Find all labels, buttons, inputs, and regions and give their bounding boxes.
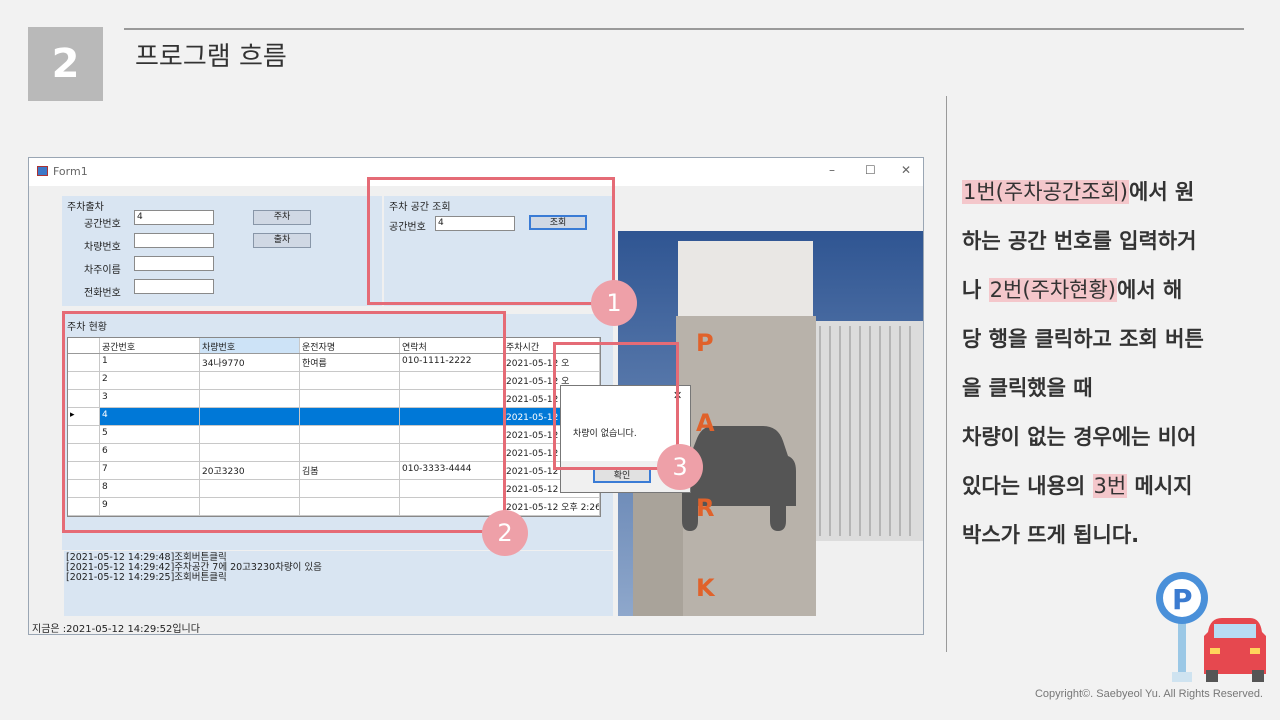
desc-text: 을 클릭했을 때 bbox=[962, 376, 1093, 400]
car-label: 차량번호 bbox=[84, 242, 121, 253]
phone-label: 전화번호 bbox=[84, 288, 121, 299]
highlight-2: 2번(주차현황) bbox=[988, 278, 1117, 302]
callout-box-2 bbox=[62, 311, 506, 533]
owner-input[interactable] bbox=[134, 256, 214, 271]
highlight-3: 3번 bbox=[1092, 474, 1128, 498]
callout-number: 2 bbox=[482, 510, 528, 556]
callout-box-1 bbox=[367, 177, 615, 305]
ok-button[interactable]: 확인 bbox=[593, 468, 651, 483]
desc-text: 하는 공간 번호를 입력하거 bbox=[962, 229, 1197, 253]
parking-car-icon: P bbox=[1156, 572, 1266, 682]
photo-letter: P bbox=[696, 329, 714, 357]
park-button[interactable]: 주차 bbox=[253, 210, 311, 225]
status-bar: 지금은 :2021-05-12 14:29:52입니다 bbox=[29, 616, 923, 634]
minimize-button[interactable]: – bbox=[829, 163, 835, 177]
desc-text: 당 행을 클릭하고 조회 버튼 bbox=[962, 327, 1204, 351]
highlight-1: 1번(주차공간조회) bbox=[962, 180, 1129, 204]
app-icon bbox=[37, 166, 48, 176]
title-divider bbox=[124, 28, 1244, 30]
callout-number: 3 bbox=[657, 444, 703, 490]
slide-title: 프로그램 흐름 bbox=[135, 42, 287, 72]
phone-input[interactable] bbox=[134, 279, 214, 294]
copyright: Copyright©. Saebyeol Yu. All Rights Rese… bbox=[1034, 688, 1263, 700]
table-cell[interactable]: 2021-05-12 오후 2:26 bbox=[504, 498, 600, 515]
desc-text: 에서 해 bbox=[1117, 278, 1183, 302]
close-button[interactable]: ✕ bbox=[901, 163, 911, 177]
desc-text: 박스가 뜨게 됩니다. bbox=[962, 523, 1140, 547]
window-title: Form1 bbox=[53, 165, 88, 178]
parking-io-label: 주차출차 bbox=[67, 202, 104, 213]
space-input[interactable]: 4 bbox=[134, 210, 214, 225]
photo-letter: R bbox=[696, 494, 714, 522]
vertical-divider bbox=[946, 96, 947, 652]
car-input[interactable] bbox=[134, 233, 214, 248]
log-line: [2021-05-12 14:29:25]조회버튼클릭 bbox=[66, 572, 227, 583]
parking-io-panel: 주차출차 공간번호 4 차량번호 차주이름 전화번호 주차 출차 bbox=[62, 196, 382, 306]
maximize-button[interactable]: ☐ bbox=[865, 163, 876, 177]
callout-box-3 bbox=[553, 342, 679, 470]
desc-text: 있다는 내용의 bbox=[962, 474, 1093, 498]
exit-button[interactable]: 출차 bbox=[253, 233, 311, 248]
owner-label: 차주이름 bbox=[84, 265, 121, 276]
slide-number: 2 bbox=[28, 27, 103, 101]
photo-letter: K bbox=[696, 574, 716, 602]
description: 1번(주차공간조회)에서 원 하는 공간 번호를 입력하거 나 2번(주차현황)… bbox=[962, 168, 1262, 560]
callout-number: 1 bbox=[591, 280, 637, 326]
desc-text: 에서 원 bbox=[1129, 180, 1195, 204]
photo-letter: A bbox=[696, 409, 715, 437]
desc-text: 차량이 없는 경우에는 비어 bbox=[962, 425, 1197, 449]
svg-text:P: P bbox=[1172, 583, 1193, 616]
space-label: 공간번호 bbox=[84, 219, 121, 230]
desc-text: 나 bbox=[962, 278, 989, 302]
desc-text: 메시지 bbox=[1127, 474, 1193, 498]
